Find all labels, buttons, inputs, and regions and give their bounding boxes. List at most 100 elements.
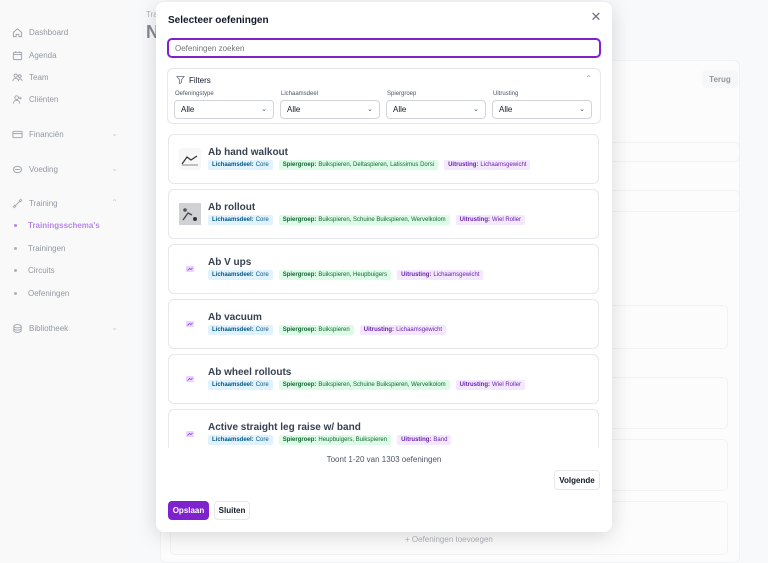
exercise-name: Ab V ups	[208, 257, 252, 268]
exercise-card[interactable]: Ab rollout Lichaamsdeel: Core Spiergroep:…	[168, 189, 599, 239]
muscle-group-tag: Spiergroep: Buikspieren, Schuine Buikspie…	[278, 380, 450, 390]
filter-label-equipment: Uitrusting	[493, 91, 519, 97]
filter-label-muscle-group: Spiergroep	[387, 91, 417, 97]
body-part-tag: Lichaamsdeel: Core	[208, 270, 273, 280]
placeholder-icon	[179, 368, 201, 390]
muscle-group-tag: Spiergroep: Buikspieren	[278, 325, 354, 335]
placeholder-icon	[179, 258, 201, 280]
tag-label: Spiergroep:	[282, 327, 317, 333]
exercise-card[interactable]: Ab V ups Lichaamsdeel: Core Spiergroep: Bu…	[168, 244, 599, 294]
select-value: Alle	[181, 105, 195, 114]
tag-label: Lichaamsdeel:	[212, 217, 254, 223]
exercise-card[interactable]: Ab hand walkout Lichaamsdeel: Core Spierg…	[168, 134, 599, 184]
tag-value: Heupbuigers, Buikspieren	[318, 437, 388, 443]
select-value: Alle	[287, 105, 301, 114]
equipment-tag: Uitrusting: Band	[397, 435, 452, 445]
chevron-down-icon: ⌄	[261, 106, 267, 113]
filters-label: Filters	[189, 76, 211, 85]
exercise-name: Ab vacuum	[208, 312, 262, 323]
exercise-name: Ab rollout	[208, 202, 256, 213]
chevron-down-icon: ⌄	[579, 106, 585, 113]
body-part-tag: Lichaamsdeel: Core	[208, 435, 273, 445]
tag-label: Uitrusting:	[459, 382, 490, 388]
next-button[interactable]: Volgende	[554, 470, 600, 490]
muscle-group-tag: Spiergroep: Buikspieren, Deltaspieren, La…	[278, 160, 439, 170]
select-exercises-modal: Selecteer oefeningen ✕ Filters ⌃ Oefenin…	[156, 2, 612, 532]
tag-label: Lichaamsdeel:	[212, 382, 254, 388]
tag-label: Uitrusting:	[401, 437, 432, 443]
tag-label: Spiergroep:	[282, 437, 317, 443]
tag-value: Buikspieren, Schuine Buikspieren, Wervel…	[318, 217, 446, 223]
exercise-type-select[interactable]: Alle ⌄	[174, 100, 274, 119]
exercise-thumbnail	[179, 203, 201, 225]
tag-value: Core	[255, 437, 269, 443]
placeholder-icon	[179, 313, 201, 335]
save-button[interactable]: Opslaan	[168, 501, 209, 520]
tag-label: Uitrusting:	[363, 327, 395, 333]
chevron-down-icon: ⌄	[473, 106, 479, 113]
muscle-group-tag: Spiergroep: Heupbuigers, Buikspieren	[278, 435, 392, 445]
tag-label: Uitrusting:	[459, 217, 490, 223]
exercise-card[interactable]: Ab wheel rollouts Lichaamsdeel: Core Spie…	[168, 354, 599, 404]
tag-value: Wiel Roller	[492, 217, 522, 223]
body-part-tag: Lichaamsdeel: Core	[208, 325, 273, 335]
muscle-group-select[interactable]: Alle ⌄	[386, 100, 486, 119]
tag-label: Spiergroep:	[282, 382, 317, 388]
filter-icon	[176, 75, 185, 86]
tag-label: Uitrusting:	[401, 272, 432, 278]
placeholder-icon	[179, 423, 201, 445]
equipment-tag: Uitrusting: Lichaamsgewicht	[359, 325, 447, 335]
chevron-up-icon[interactable]: ⌃	[585, 74, 592, 83]
chevron-down-icon: ⌄	[367, 106, 373, 113]
tag-value: Band	[433, 437, 448, 443]
exercise-list[interactable]: Ab hand walkout Lichaamsdeel: Core Spierg…	[167, 133, 601, 448]
tag-label: Lichaamsdeel:	[212, 272, 254, 278]
filters-panel: Filters ⌃ Oefeningstype Alle ⌄ Lichaamsd…	[167, 68, 601, 124]
tag-value: Buikspieren, Schuine Buikspieren, Wervel…	[318, 382, 446, 388]
equipment-tag: Uitrusting: Wiel Roller	[455, 380, 526, 390]
tag-value: Wiel Roller	[492, 382, 522, 388]
close-icon[interactable]: ✕	[590, 10, 602, 23]
tag-label: Spiergroep:	[282, 217, 317, 223]
body-part-tag: Lichaamsdeel: Core	[208, 215, 273, 225]
equipment-tag: Uitrusting: Lichaamsgewicht	[397, 270, 484, 280]
muscle-group-tag: Spiergroep: Buikspieren, Schuine Buikspie…	[278, 215, 450, 225]
muscle-group-tag: Spiergroep: Buikspieren, Heupbuigers	[278, 270, 392, 280]
tag-label: Lichaamsdeel:	[212, 437, 254, 443]
select-value: Alle	[393, 105, 407, 114]
tag-value: Buikspieren, Deltaspieren, Latissimus Do…	[318, 162, 435, 168]
modal-title: Selecteer oefeningen	[168, 15, 269, 26]
tag-label: Spiergroep:	[282, 272, 317, 278]
exercise-card[interactable]: Active straight leg raise w/ band Lichaa…	[168, 409, 599, 448]
filter-label-exercise-type: Oefeningstype	[175, 91, 214, 97]
tag-value: Lichaamsgewicht	[433, 272, 480, 278]
close-button[interactable]: Sluiten	[214, 501, 250, 520]
filters-toggle[interactable]: Filters	[176, 75, 211, 86]
body-part-select[interactable]: Alle ⌄	[280, 100, 380, 119]
tag-value: Buikspieren, Heupbuigers	[318, 272, 388, 278]
result-count: Toont 1-20 van 1303 oefeningen	[326, 455, 442, 464]
body-part-tag: Lichaamsdeel: Core	[208, 380, 273, 390]
tag-value: Lichaamsgewicht	[480, 162, 527, 168]
exercise-name: Ab hand walkout	[208, 147, 288, 158]
tag-label: Uitrusting:	[448, 162, 479, 168]
exercise-name: Active straight leg raise w/ band	[208, 422, 361, 433]
search-input[interactable]	[167, 38, 601, 58]
tag-label: Lichaamsdeel:	[212, 162, 254, 168]
exercise-name: Ab wheel rollouts	[208, 367, 292, 378]
equipment-select[interactable]: Alle ⌄	[492, 100, 592, 119]
exercise-thumbnail	[179, 148, 201, 170]
body-part-tag: Lichaamsdeel: Core	[208, 160, 273, 170]
equipment-tag: Uitrusting: Wiel Roller	[455, 215, 526, 225]
select-value: Alle	[499, 105, 513, 114]
filter-label-body-part: Lichaamsdeel	[281, 91, 319, 97]
tag-label: Lichaamsdeel:	[212, 327, 254, 333]
tag-value: Core	[255, 217, 269, 223]
tag-value: Buikspieren	[318, 327, 350, 333]
tag-label: Spiergroep:	[282, 162, 317, 168]
tag-value: Core	[255, 272, 269, 278]
exercise-card[interactable]: Ab vacuum Lichaamsdeel: Core Spiergroep: B…	[168, 299, 599, 349]
tag-value: Lichaamsgewicht	[396, 327, 443, 333]
tag-value: Core	[255, 327, 269, 333]
tag-value: Core	[255, 382, 269, 388]
